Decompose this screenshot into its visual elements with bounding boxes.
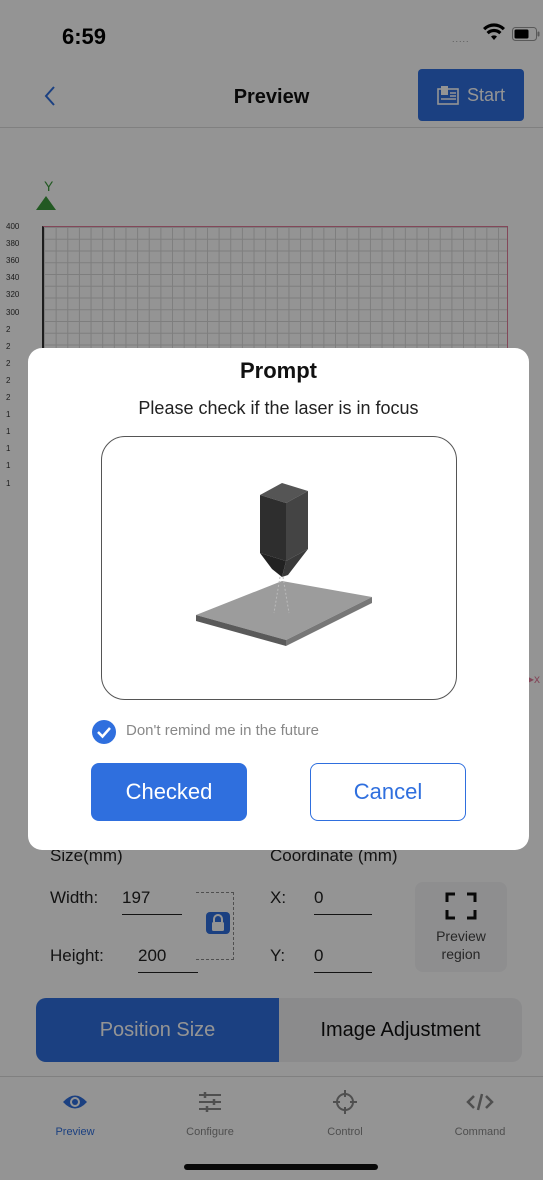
laser-head-image xyxy=(196,483,372,646)
checkmark-icon xyxy=(97,727,111,739)
cancel-button[interactable]: Cancel xyxy=(310,763,466,821)
laser-focus-illustration xyxy=(101,436,457,700)
dont-remind-label: Don't remind me in the future xyxy=(126,722,319,739)
dialog-title: Prompt xyxy=(240,358,317,383)
checked-button[interactable]: Checked xyxy=(91,763,247,821)
dont-remind-checkbox[interactable] xyxy=(92,720,116,744)
dialog-message: Please check if the laser is in focus xyxy=(138,398,419,418)
